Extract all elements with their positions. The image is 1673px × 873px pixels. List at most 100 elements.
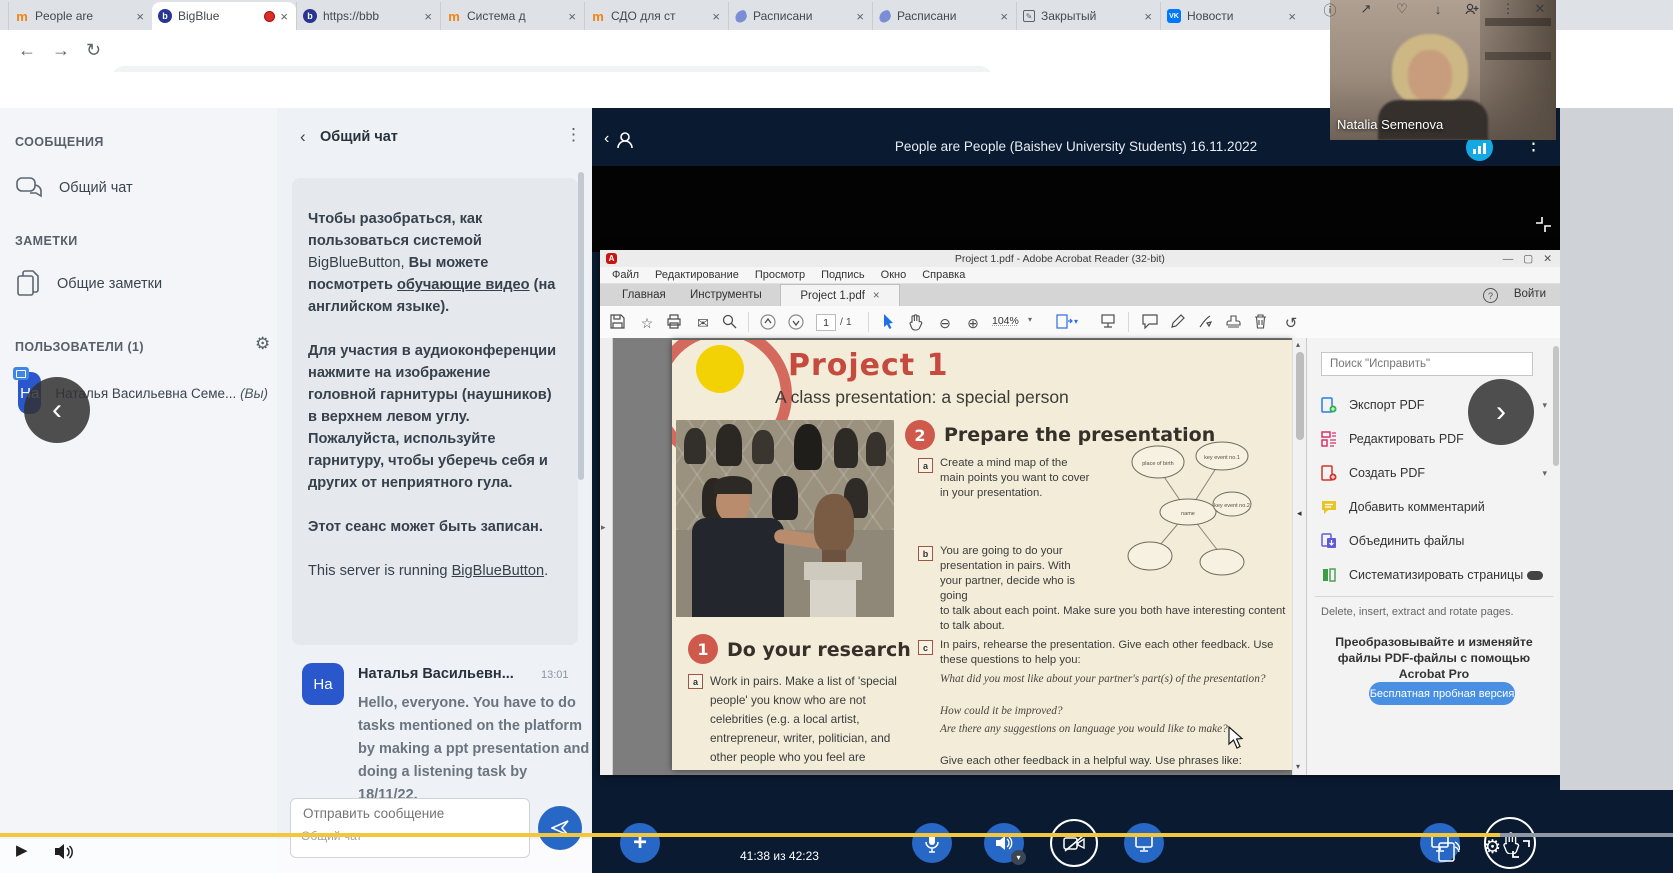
acrobat-title-bar[interactable]: A Project 1.pdf - Adobe Acrobat Reader (… <box>600 250 1560 267</box>
scroll-up-icon[interactable]: ▴ <box>1296 340 1300 349</box>
tab-close-icon[interactable]: × <box>1286 9 1298 24</box>
playback-progress-bar[interactable] <box>0 833 1500 837</box>
tab-sdo[interactable]: mСДО для ст× <box>584 2 728 30</box>
screenshare-button[interactable] <box>1124 823 1164 863</box>
tab-raspisanie-1[interactable]: Расписани× <box>728 2 872 30</box>
message-input[interactable] <box>301 805 523 822</box>
window-minimize-icon[interactable]: — <box>1503 253 1514 265</box>
download-icon[interactable]: ↓ <box>1430 1 1446 17</box>
zoom-in-icon[interactable]: ⊕ <box>964 314 982 332</box>
acrobat-tab-home[interactable]: Главная <box>612 284 676 306</box>
tab-sistema[interactable]: mСистема д× <box>440 2 584 30</box>
heart-icon[interactable]: ♡ <box>1394 1 1410 17</box>
audio-options-chevron-icon[interactable]: ▾ <box>1011 850 1026 865</box>
email-icon[interactable]: ✉ <box>694 314 712 332</box>
signin-button[interactable]: Войти <box>1514 288 1546 300</box>
send-message-button[interactable] <box>538 806 582 850</box>
zoom-out-icon[interactable]: ⊖ <box>936 314 954 332</box>
comment-icon[interactable] <box>1142 314 1160 332</box>
chevron-down-icon[interactable]: ▾ <box>1074 317 1078 326</box>
bigbluebutton-link[interactable]: BigBlueButton <box>452 563 545 579</box>
tab-close-icon[interactable]: × <box>998 9 1010 24</box>
menu-sign[interactable]: Подпись <box>821 269 865 281</box>
tab-close-icon[interactable]: × <box>422 9 434 24</box>
share-arrow-icon[interactable]: ↗ <box>1358 1 1374 17</box>
tool-organize-pages[interactable]: Систематизировать страницы <box>1321 562 1547 588</box>
panel-search-input[interactable] <box>1321 352 1533 376</box>
tab-bigblue-active[interactable]: bBigBlue× <box>152 2 296 30</box>
star-icon[interactable]: ☆ <box>638 314 656 332</box>
scroll-down-icon[interactable]: ▾ <box>1296 762 1300 771</box>
actions-plus-button[interactable]: + <box>620 823 660 863</box>
tab-close-icon[interactable]: × <box>134 9 146 24</box>
tab-close-icon[interactable]: × <box>566 9 578 24</box>
tab-bbb-url[interactable]: bhttps://bbb× <box>296 2 440 30</box>
play-button-icon[interactable]: ▶ <box>16 841 28 859</box>
sidebar-item-public-chat[interactable]: Общий чат <box>15 170 265 206</box>
previous-page-icon[interactable] <box>760 314 778 332</box>
users-settings-gear-icon[interactable]: ⚙ <box>255 334 270 354</box>
panel-collapse-icon[interactable]: ◂ <box>1297 508 1302 519</box>
info-icon[interactable]: ⓘ <box>1322 1 1338 17</box>
tab-zakryty[interactable]: ✎Закрытый× <box>1016 2 1160 30</box>
tutorial-videos-link[interactable]: обучающие видео <box>397 277 530 293</box>
transcript-icon[interactable] <box>1438 838 1460 862</box>
fit-width-icon[interactable] <box>1056 314 1074 332</box>
rotate-icon[interactable]: ↺ <box>1282 314 1300 332</box>
chevron-down-icon[interactable]: ▾ <box>1542 400 1547 411</box>
tab-close-icon[interactable]: × <box>710 9 722 24</box>
tab-close-icon[interactable]: × <box>873 290 880 302</box>
previous-arrow-button[interactable]: ‹ <box>24 377 90 443</box>
more-kebab-icon[interactable]: ⋮ <box>1500 1 1516 17</box>
nav-pane-expand-icon[interactable]: ▸ <box>601 522 606 533</box>
menu-view[interactable]: Просмотр <box>755 269 805 281</box>
print-icon[interactable] <box>666 314 684 332</box>
chat-options-kebab-icon[interactable]: ⋮ <box>565 125 582 145</box>
volume-icon[interactable] <box>54 843 76 860</box>
webcam-off-button[interactable] <box>1050 819 1098 867</box>
chat-scrollbar[interactable] <box>578 172 584 480</box>
panel-scrollbar[interactable] <box>1553 346 1559 466</box>
add-person-icon[interactable] <box>1464 1 1480 17</box>
menu-window[interactable]: Окно <box>881 269 907 281</box>
window-close-icon[interactable]: ✕ <box>1543 253 1552 265</box>
scrollbar-thumb[interactable] <box>1296 352 1304 440</box>
page-number-input[interactable]: 1 <box>816 314 836 331</box>
forward-icon[interactable]: → <box>52 40 70 61</box>
stamp-icon[interactable] <box>1226 314 1244 332</box>
playback-remaining-bar[interactable] <box>1500 833 1673 837</box>
help-icon[interactable]: ? <box>1483 288 1498 303</box>
fill-sign-icon[interactable] <box>1198 314 1216 332</box>
zoom-level-dropdown[interactable]: 104% <box>992 315 1019 327</box>
fullscreen-icon[interactable] <box>1512 840 1530 858</box>
window-maximize-icon[interactable]: ▢ <box>1523 253 1533 265</box>
tab-people-are[interactable]: mPeople are× <box>8 2 152 30</box>
page-scrollbar[interactable]: ▴ ▾ <box>1292 338 1307 775</box>
acrobat-tab-tools[interactable]: Инструменты <box>680 284 772 306</box>
chevron-down-icon[interactable]: ▾ <box>1542 468 1547 479</box>
trash-icon[interactable] <box>1254 314 1272 332</box>
tab-close-icon[interactable]: × <box>278 9 290 24</box>
menu-help[interactable]: Справка <box>922 269 965 281</box>
tab-close-icon[interactable]: × <box>854 9 866 24</box>
pencil-icon[interactable] <box>1170 314 1188 332</box>
chat-input-box[interactable]: Общий чат <box>290 798 530 858</box>
tool-add-comment[interactable]: Добавить комментарий <box>1321 494 1547 520</box>
chat-back-chevron-icon[interactable]: ‹ <box>300 127 306 147</box>
tool-create-pdf[interactable]: Создать PDF▾ <box>1321 460 1547 486</box>
free-trial-button[interactable]: Бесплатная пробная версия <box>1369 682 1515 705</box>
back-icon[interactable]: ← <box>18 40 36 61</box>
select-cursor-icon[interactable] <box>882 314 900 332</box>
tool-combine-files[interactable]: Объединить файлы <box>1321 528 1547 554</box>
acrobat-tab-document[interactable]: Project 1.pdf× <box>780 284 900 306</box>
next-page-icon[interactable] <box>788 314 806 332</box>
search-icon[interactable] <box>722 314 740 332</box>
settings-gear-icon[interactable]: ⚙ <box>1484 836 1501 859</box>
save-icon[interactable] <box>610 314 628 332</box>
hand-tool-icon[interactable] <box>908 314 926 332</box>
microphone-button[interactable] <box>912 823 952 863</box>
reload-icon[interactable]: ↻ <box>86 40 101 61</box>
page-display-icon[interactable] <box>1100 314 1118 332</box>
tab-raspisanie-2[interactable]: Расписани× <box>872 2 1016 30</box>
menu-file[interactable]: Файл <box>612 269 639 281</box>
